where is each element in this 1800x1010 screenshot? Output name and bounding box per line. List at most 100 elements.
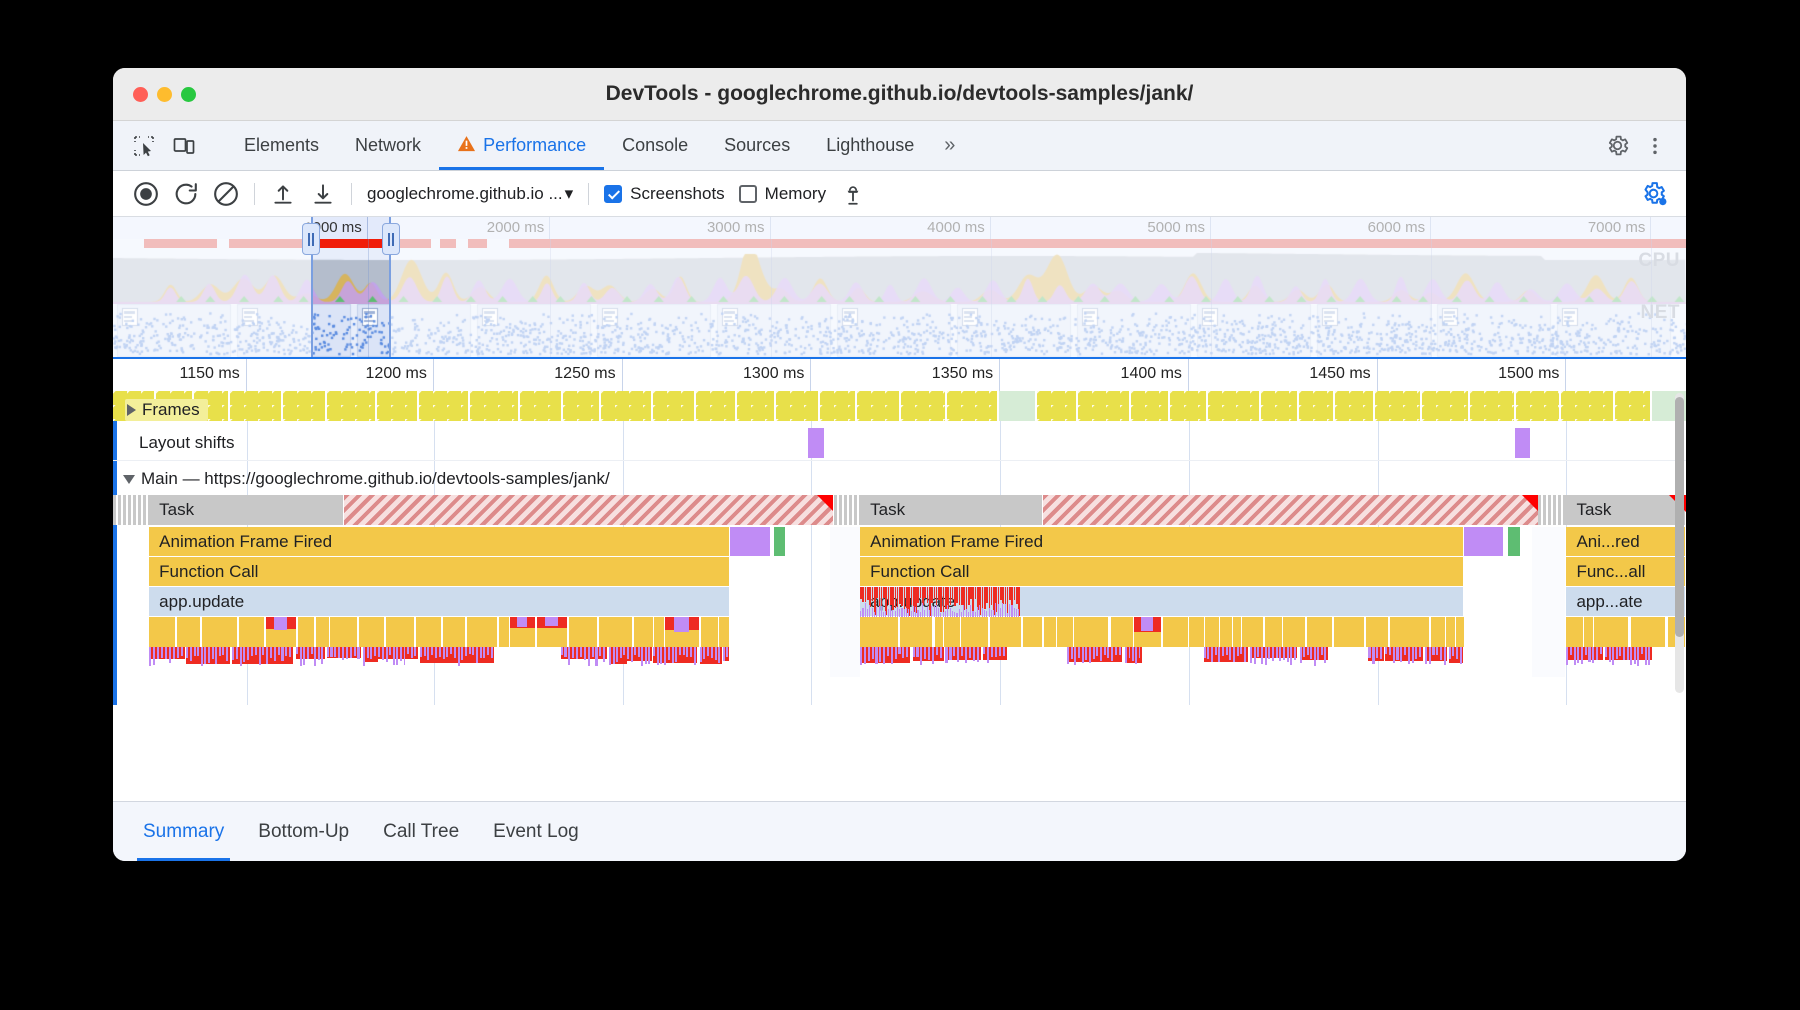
- micro-bar-rendering[interactable]: [285, 647, 288, 656]
- micro-bar-rendering[interactable]: [1114, 647, 1117, 655]
- micro-bar-rendering[interactable]: [1615, 647, 1618, 659]
- collect-garbage-icon[interactable]: [834, 177, 872, 211]
- micro-bar-rendering[interactable]: [1111, 647, 1114, 661]
- micro-bar-rendering[interactable]: [1619, 647, 1622, 656]
- micro-bar-rendering[interactable]: [1577, 647, 1580, 664]
- task-row[interactable]: Task Task Task: [113, 495, 1686, 525]
- micro-bar-rendering[interactable]: [1584, 647, 1587, 656]
- micro-bar-rendering[interactable]: [446, 647, 449, 658]
- micro-bar-rendering[interactable]: [334, 647, 337, 658]
- micro-bar-rendering[interactable]: [1218, 647, 1221, 662]
- micro-bar-rendering[interactable]: [928, 647, 931, 661]
- micro-bar-rendering[interactable]: [544, 617, 558, 627]
- micro-bar-rendering[interactable]: [1293, 647, 1296, 660]
- tab-network[interactable]: Network: [337, 121, 439, 170]
- micro-bar-rendering[interactable]: [1107, 647, 1110, 659]
- frame-cell[interactable]: [695, 391, 737, 421]
- micro-bar-rendering[interactable]: [399, 647, 402, 662]
- task-bar[interactable]: Task: [149, 495, 345, 525]
- micro-bar-rendering[interactable]: [875, 647, 878, 665]
- micro-bar-rendering[interactable]: [1436, 647, 1439, 656]
- micro-bar-rendering[interactable]: [890, 647, 893, 664]
- micro-bar-rendering[interactable]: [603, 647, 606, 662]
- frame-cell[interactable]: [820, 391, 857, 421]
- micro-bar-rendering[interactable]: [1141, 617, 1153, 632]
- close-button[interactable]: [133, 86, 148, 102]
- micro-bar-rendering[interactable]: [1608, 647, 1611, 663]
- memory-checkbox-box[interactable]: [738, 184, 757, 203]
- tab-summary[interactable]: Summary: [129, 802, 238, 861]
- micro-bar-rendering[interactable]: [703, 647, 706, 660]
- micro-bar-scripting[interactable]: [1430, 617, 1446, 647]
- micro-bar-rendering[interactable]: [945, 647, 948, 664]
- micro-bar-scripting[interactable]: [934, 617, 944, 647]
- micro-bar-rendering[interactable]: [637, 647, 640, 657]
- micro-bar-rendering[interactable]: [976, 647, 979, 663]
- minimize-button[interactable]: [157, 86, 172, 102]
- micro-bar-scripting[interactable]: [1630, 617, 1666, 647]
- micro-bar-rendering[interactable]: [231, 647, 234, 660]
- micro-bar-rendering[interactable]: [461, 647, 464, 660]
- micro-bar-rendering[interactable]: [1415, 647, 1418, 659]
- frame-cell[interactable]: [1470, 391, 1517, 421]
- frame-cell[interactable]: [562, 391, 601, 421]
- micro-bar-rendering[interactable]: [1244, 647, 1247, 663]
- micro-bar-rendering[interactable]: [678, 647, 681, 655]
- event-bar[interactable]: [1464, 527, 1504, 557]
- micro-bar-rendering[interactable]: [1452, 647, 1455, 656]
- micro-bar-rendering[interactable]: [667, 647, 670, 661]
- micro-bar-rendering[interactable]: [277, 647, 280, 655]
- micro-bar-rendering[interactable]: [299, 647, 302, 666]
- micro-bar-scripting[interactable]: [989, 617, 998, 647]
- frame-cell[interactable]: [947, 391, 999, 421]
- micro-bar-rendering[interactable]: [414, 647, 417, 657]
- micro-bar-rendering[interactable]: [378, 647, 381, 658]
- micro-bar-rendering[interactable]: [423, 647, 426, 657]
- frame-cell[interactable]: [1170, 391, 1209, 421]
- micro-bar-scripting[interactable]: [1566, 617, 1584, 647]
- micro-bar-rendering[interactable]: [714, 647, 717, 660]
- micro-bar-rendering[interactable]: [1570, 647, 1573, 655]
- micro-bar-scripting[interactable]: [1074, 617, 1109, 647]
- micro-bar-rendering[interactable]: [920, 647, 923, 666]
- micro-bar-scripting[interactable]: [1242, 617, 1264, 647]
- tab-console[interactable]: Console: [604, 121, 706, 170]
- gear-icon[interactable]: [1600, 129, 1634, 163]
- overview-selection-handle-left[interactable]: [302, 223, 321, 255]
- micro-bar-rendering[interactable]: [342, 647, 345, 660]
- micro-bar-scripting[interactable]: [1390, 617, 1401, 647]
- micro-bar-rendering[interactable]: [208, 647, 210, 663]
- micro-bar-scripting[interactable]: [1264, 617, 1283, 647]
- long-task-bar[interactable]: [344, 495, 834, 525]
- micro-bar-rendering[interactable]: [403, 647, 406, 666]
- micro-bar-rendering[interactable]: [453, 647, 456, 658]
- event-bar[interactable]: Animation Frame Fired: [860, 527, 1465, 557]
- micro-bar-rendering[interactable]: [630, 647, 633, 662]
- micro-bar-rendering[interactable]: [894, 647, 897, 660]
- micro-bar-rendering[interactable]: [1368, 647, 1371, 658]
- micro-bar-rendering[interactable]: [935, 647, 939, 655]
- event-bar[interactable]: [729, 527, 771, 557]
- micro-bar-rendering[interactable]: [353, 647, 356, 656]
- micro-bar-rendering[interactable]: [623, 647, 625, 656]
- micro-bar-rendering[interactable]: [345, 647, 348, 660]
- micro-bar-rendering[interactable]: [149, 647, 152, 666]
- micro-bar-rendering[interactable]: [464, 647, 467, 657]
- event-bar[interactable]: [773, 527, 787, 557]
- flame-chart-panel[interactable]: 1150 ms 1200 ms 1250 ms 1300 ms 1350 ms 1400 …: [113, 357, 1686, 705]
- micro-bar-rendering[interactable]: [314, 647, 317, 666]
- micro-bar-rendering[interactable]: [235, 647, 238, 660]
- micro-bar-rendering[interactable]: [1275, 647, 1278, 658]
- micro-bar-rendering[interactable]: [273, 647, 276, 662]
- micro-bar-rendering[interactable]: [157, 647, 160, 660]
- micro-bar-rendering[interactable]: [595, 647, 598, 666]
- micro-bar-rendering[interactable]: [1225, 647, 1228, 655]
- micro-bar-rendering[interactable]: [281, 647, 284, 662]
- micro-bar-rendering[interactable]: [689, 647, 692, 657]
- micro-bar-rendering[interactable]: [1623, 647, 1626, 661]
- micro-bar-scripting[interactable]: [442, 617, 466, 647]
- record-button[interactable]: [127, 177, 165, 211]
- micro-bar-rendering[interactable]: [1286, 647, 1289, 663]
- maximize-button[interactable]: [181, 86, 196, 102]
- micro-bar-scripting[interactable]: [1189, 617, 1205, 647]
